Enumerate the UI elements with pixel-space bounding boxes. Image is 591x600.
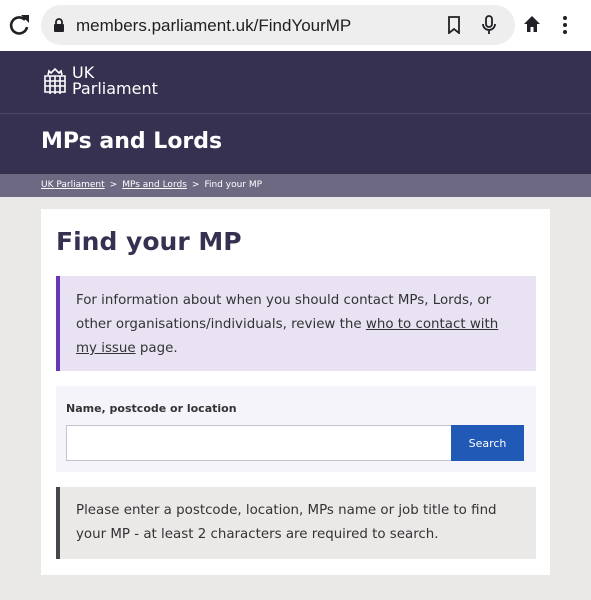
portcullis-logo-icon[interactable] — [41, 67, 69, 95]
section-title[interactable]: MPs and Lords — [41, 129, 222, 154]
lock-icon — [54, 18, 64, 32]
more-menu-icon[interactable] — [561, 15, 569, 35]
breadcrumb-link-mps-and-lords[interactable]: MPs and Lords — [122, 180, 187, 190]
search-input[interactable] — [66, 425, 452, 461]
reload-icon[interactable] — [8, 12, 30, 38]
section-header: MPs and Lords — [0, 114, 591, 174]
home-icon[interactable] — [523, 15, 541, 33]
breadcrumb-link-uk-parliament[interactable]: UK Parliament — [41, 180, 105, 190]
search-panel: Name, postcode or location Search — [56, 386, 536, 472]
page-title: Find your MP — [56, 227, 242, 256]
breadcrumb-separator: > — [191, 180, 200, 190]
find-mp-card: Find your MP For information about when … — [41, 209, 550, 575]
browser-toolbar: members.parliament.uk/FindYourMP — [0, 0, 591, 51]
site-header: UK Parliament — [0, 51, 591, 113]
url-text[interactable]: members.parliament.uk/FindYourMP — [76, 16, 351, 36]
info-text-after: page. — [135, 341, 178, 356]
breadcrumb-current: Find your MP — [204, 180, 263, 190]
breadcrumb: UK Parliament > MPs and Lords > Find your MP — [0, 174, 591, 197]
bookmark-icon[interactable] — [447, 16, 461, 34]
site-logo-text[interactable]: UK Parliament — [72, 65, 158, 97]
address-bar[interactable]: members.parliament.uk/FindYourMP — [41, 5, 515, 45]
info-callout: For information about when you should co… — [56, 276, 536, 371]
logo-line-parliament: Parliament — [72, 79, 158, 98]
search-label: Name, postcode or location — [66, 402, 237, 415]
breadcrumb-separator: > — [109, 180, 118, 190]
microphone-icon[interactable] — [481, 15, 497, 35]
search-hint: Please enter a postcode, location, MPs n… — [56, 487, 536, 559]
search-button[interactable]: Search — [451, 425, 524, 461]
